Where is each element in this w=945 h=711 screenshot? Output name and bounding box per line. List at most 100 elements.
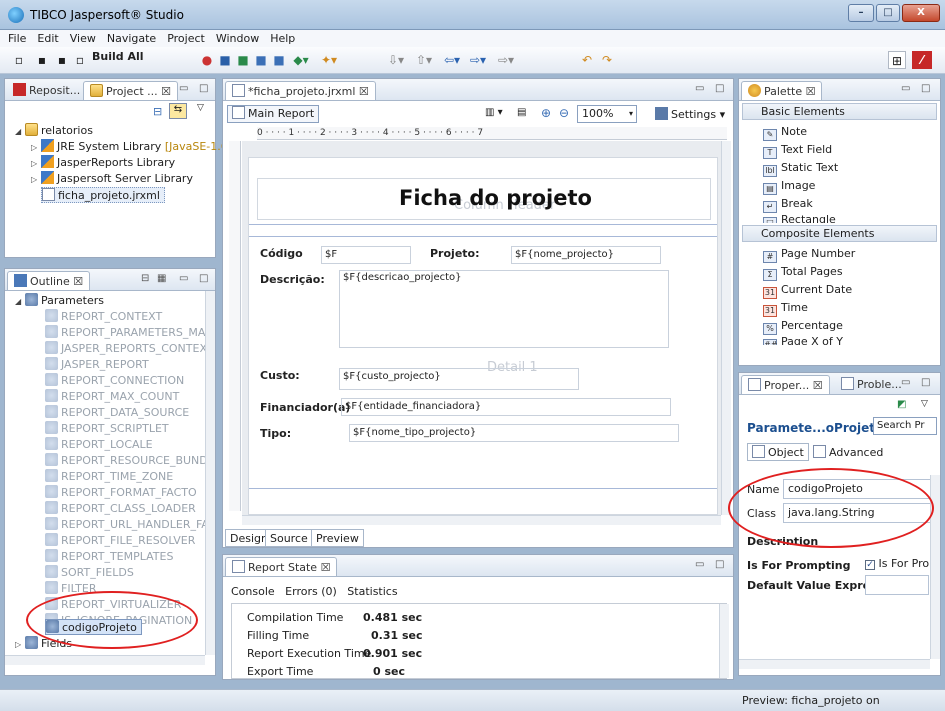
tree-item-parameters[interactable]: ◢ Parameters xyxy=(15,293,104,309)
field-custo-projecto[interactable]: $F{custo_projecto} xyxy=(339,368,579,390)
param-item[interactable]: REPORT_MAX_COUNT xyxy=(45,389,179,405)
palette-item-total-pages[interactable]: Σ Total Pages xyxy=(763,263,843,281)
composite-elements-group[interactable]: Composite Elements xyxy=(742,225,937,242)
tab-problems[interactable]: Proble... xyxy=(835,375,908,394)
menu-file[interactable]: File xyxy=(8,32,26,45)
bug-icon[interactable]: ● xyxy=(200,51,214,69)
minimize-view-icon[interactable]: ▭ xyxy=(901,377,910,388)
param-item[interactable]: REPORT_TEMPLATES xyxy=(45,549,173,565)
label-financiador[interactable]: Financiador(a): xyxy=(257,400,349,418)
chart-icon[interactable]: ■ xyxy=(236,51,250,69)
subtab-advanced[interactable]: Advanced xyxy=(813,445,883,459)
back-icon[interactable]: ⇦▾ xyxy=(440,51,464,69)
tree-item-relatorios[interactable]: ◢ relatorios xyxy=(15,123,93,139)
tree-item-jaspersoft-server-lib[interactable]: ▷ Jaspersoft Server Library xyxy=(31,171,193,187)
palette-item-break[interactable]: ↵ Break xyxy=(763,195,813,213)
zoom-select[interactable]: 100% ▾ xyxy=(577,105,637,123)
default-value-field[interactable] xyxy=(865,575,929,595)
param-item[interactable]: REPORT_CONNECTION xyxy=(45,373,184,389)
param-item[interactable]: JASPER_REPORTS_CONTEX xyxy=(45,341,207,357)
tab-project-explorer[interactable]: Project ... ☒ xyxy=(83,81,178,100)
param-item[interactable]: REPORT_LOCALE xyxy=(45,437,153,453)
subtab-statistics[interactable]: Statistics xyxy=(347,585,397,598)
tab-report-state[interactable]: Report State ☒ xyxy=(225,557,338,576)
palette-item-current-date[interactable]: 31 Current Date xyxy=(763,281,852,299)
minimize-view-icon[interactable]: ▭ xyxy=(179,273,188,284)
nav-prev-annotation-icon[interactable]: ⇧▾ xyxy=(412,51,436,69)
build-all-button[interactable]: Build All xyxy=(92,50,144,63)
palette-item-page-number[interactable]: # Page Number xyxy=(763,245,855,263)
param-item[interactable]: REPORT_FORMAT_FACTO xyxy=(45,485,197,501)
report-design-perspective-icon[interactable]: ⁄ xyxy=(912,51,932,69)
tab-source[interactable]: Source xyxy=(265,529,313,547)
tab-outline[interactable]: Outline ☒ xyxy=(7,271,91,290)
palette-item-page-x-of-y[interactable]: ## Page X of Y xyxy=(763,335,843,345)
subtab-errors[interactable]: Errors (0) xyxy=(285,585,337,598)
tab-properties[interactable]: Proper... ☒ xyxy=(741,375,830,394)
outline-horizontal-scrollbar[interactable] xyxy=(5,655,205,665)
wand-icon[interactable]: ✦▾ xyxy=(318,51,340,69)
menu-help[interactable]: Help xyxy=(270,32,295,45)
palette-item-time[interactable]: 31 Time xyxy=(763,299,808,317)
view-menu-icon[interactable]: ▽ xyxy=(197,103,204,113)
report-icon[interactable]: ■ xyxy=(218,51,232,69)
menu-navigate[interactable]: Navigate xyxy=(107,32,156,45)
tab-repository[interactable]: Reposit... xyxy=(7,81,86,100)
minimize-view-icon[interactable]: ▭ xyxy=(695,83,704,94)
maximize-view-icon[interactable]: □ xyxy=(199,273,208,284)
param-item[interactable]: REPORT_CLASS_LOADER xyxy=(45,501,196,517)
param-item[interactable]: REPORT_PARAMETERS_MA xyxy=(45,325,205,341)
edit-icon[interactable]: ■ xyxy=(254,51,268,69)
label-projeto[interactable]: Projeto: xyxy=(427,246,497,264)
tree-item-ficha-projeto[interactable]: ficha_projeto.jrxml xyxy=(41,187,165,203)
menu-edit[interactable]: Edit xyxy=(37,32,58,45)
field-codigo[interactable]: $F xyxy=(321,246,411,264)
minimize-view-icon[interactable]: ▭ xyxy=(695,559,704,570)
palette-item-percentage[interactable]: % Percentage xyxy=(763,317,843,335)
param-item[interactable]: REPORT_DATA_SOURCE xyxy=(45,405,189,421)
undo-icon[interactable]: ↶ xyxy=(578,51,596,69)
close-button[interactable]: X xyxy=(902,4,940,22)
save-icon[interactable]: ▪ xyxy=(34,51,50,69)
label-codigo[interactable]: Código xyxy=(257,246,317,264)
palette-item-text-field[interactable]: T Text Field xyxy=(763,141,832,159)
palette-item-rectangle[interactable]: □ Rectangle xyxy=(763,213,836,223)
param-item[interactable]: REPORT_CONTEXT xyxy=(45,309,162,325)
maximize-view-icon[interactable]: □ xyxy=(715,559,724,570)
run-icon[interactable]: ◆▾ xyxy=(290,51,312,69)
maximize-view-icon[interactable]: □ xyxy=(715,83,724,94)
zoom-out-icon[interactable]: ⊖ xyxy=(559,106,569,120)
field-entidade-financiadora[interactable]: $F{entidade_financiadora} xyxy=(341,398,671,416)
tab-ficha-projeto[interactable]: *ficha_projeto.jrxml ☒ xyxy=(225,81,376,100)
collapse-all-icon[interactable]: ⊟ xyxy=(153,105,162,118)
properties-horizontal-scrollbar[interactable] xyxy=(739,659,930,669)
param-item[interactable]: REPORT_TIME_ZONE xyxy=(45,469,173,485)
menu-view[interactable]: View xyxy=(70,32,96,45)
maximize-view-icon[interactable]: □ xyxy=(921,377,930,388)
outline-vertical-scrollbar[interactable] xyxy=(205,291,215,655)
param-item[interactable]: JASPER_REPORT xyxy=(45,357,149,373)
tab-preview[interactable]: Preview xyxy=(311,529,364,547)
editor-horizontal-scrollbar[interactable] xyxy=(242,515,721,525)
param-item[interactable]: REPORT_SCRIPTLET xyxy=(45,421,169,437)
forward-icon[interactable]: ⇨▾ xyxy=(466,51,490,69)
main-report-button[interactable]: Main Report xyxy=(227,105,320,123)
tree-item-jre[interactable]: ▷ JRE System Library [JavaSE-1.6] xyxy=(31,139,232,155)
palette-item-image[interactable]: ▤ Image xyxy=(763,177,815,195)
open-perspective-icon[interactable]: ⊞ xyxy=(888,51,906,69)
grid-icon[interactable]: ▤ xyxy=(517,107,526,118)
tab-palette[interactable]: Palette ☒ xyxy=(741,81,823,100)
report-title[interactable]: Ficha do projeto xyxy=(399,186,592,210)
data-adapter-icon[interactable]: ▥ ▾ xyxy=(485,107,503,118)
subtab-console[interactable]: Console xyxy=(231,585,275,598)
palette-item-static-text[interactable]: lbl Static Text xyxy=(763,159,838,177)
design-canvas[interactable]: Column Header Ficha do projeto Detail 1 … xyxy=(242,141,723,515)
report-state-scrollbar[interactable] xyxy=(719,604,729,678)
view-menu-icon[interactable]: ▽ xyxy=(921,399,928,409)
minimize-view-icon[interactable]: ▭ xyxy=(901,83,910,94)
param-item[interactable]: REPORT_FILE_RESOLVER xyxy=(45,533,195,549)
field-descricao-projecto[interactable]: $F{descricao_projecto} xyxy=(339,270,669,348)
settings-button[interactable]: Settings ▾ xyxy=(655,107,725,121)
prompting-checkbox[interactable]: ✓ Is For Pro xyxy=(865,557,929,570)
pin-icon[interactable]: ◩ xyxy=(897,399,906,410)
